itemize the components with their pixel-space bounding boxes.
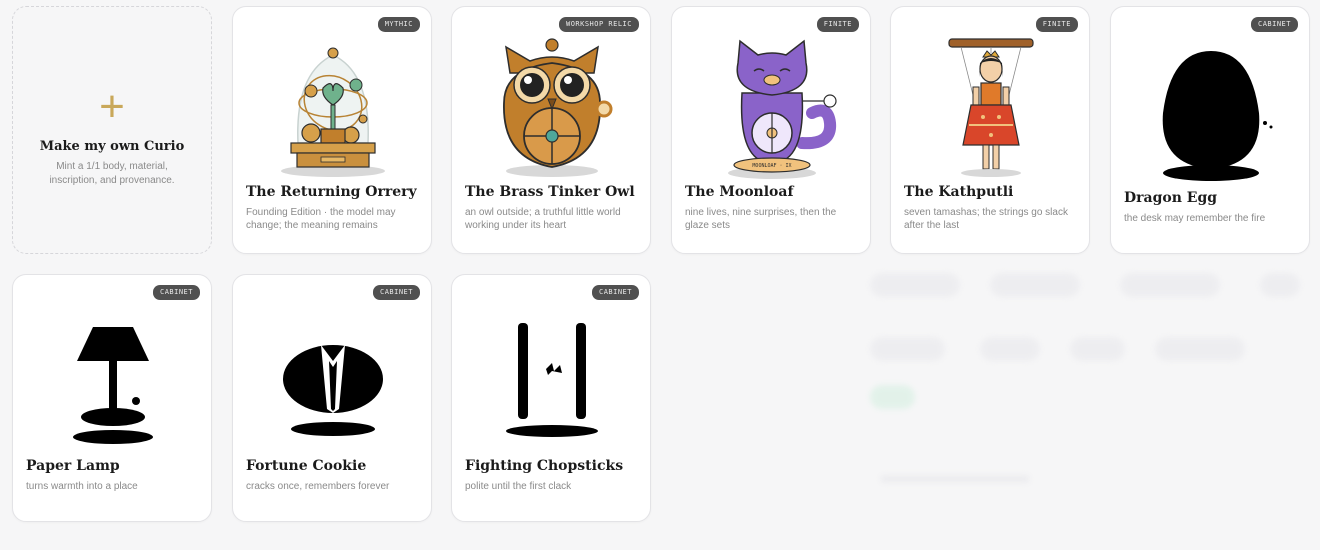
curio-card-brass-tinker-owl[interactable]: WORKSHOP RELIC The Brass Tinker Owl an o… [451,6,651,254]
curio-title: The Returning Orrery [246,184,417,200]
make-own-curio-card[interactable]: + Make my own Curio Mint a 1/1 body, mat… [12,6,212,254]
curio-subtitle: an owl outside; a truthful little world … [465,207,621,231]
curio-card-fortune-cookie[interactable]: CABINET Fortune Cookie cracks once, reme… [232,274,432,522]
curio-title: Dragon Egg [1124,190,1218,206]
curio-subtitle: nine lives, nine surprises, then the gla… [685,207,837,231]
curio-subtitle: polite until the first clack [465,481,572,492]
create-card-title: Make my own Curio [39,139,185,154]
curio-title: Fighting Chopsticks [465,458,624,474]
curio-subtitle: Founding Edition · the model may change;… [246,207,396,231]
curio-subtitle: the desk may remember the fire [1124,213,1266,224]
curio-title: The Kathputli [904,184,1014,200]
curio-subtitle: cracks once, remembers forever [246,481,390,492]
chopsticks-silhouette-icon [506,323,598,437]
rarity-badge: CABINET [152,285,200,300]
lamp-silhouette-icon [73,327,153,444]
background-panel [840,255,1320,550]
curio-card-moonloaf[interactable]: FINITE MOONLOAF · IX The Moonloaf nine l… [671,6,871,254]
rarity-badge: FINITE [816,17,859,32]
create-card-subtitle: Mint a 1/1 body, material, inscription, … [49,161,175,186]
dragon-egg-silhouette-icon [1162,51,1273,181]
rarity-badge: FINITE [1035,17,1078,32]
rarity-badge: MYTHIC [377,17,420,32]
orrery-icon [281,47,385,177]
curio-card-paper-lamp[interactable]: CABINET Paper Lamp turns warmth into a p… [12,274,212,522]
rarity-badge: WORKSHOP RELIC [558,17,639,32]
moon-cat-icon: MOONLOAF · IX [728,39,837,179]
brass-owl-icon [503,38,613,177]
curio-card-dragon-egg[interactable]: CABINET Dragon Egg the desk may remember… [1110,6,1310,254]
puppet-icon [948,38,1034,177]
curio-subtitle: seven tamashas; the strings go slack aft… [904,207,1068,231]
curio-title: The Brass Tinker Owl [465,184,635,200]
curio-subtitle: turns warmth into a place [26,481,138,492]
rarity-badge: CABINET [591,285,639,300]
curio-card-returning-orrery[interactable]: MYTHIC The Returning Orrery Founding Edi… [232,6,432,254]
rarity-badge: CABINET [1250,17,1298,32]
curio-title: The Moonloaf [685,184,794,200]
curio-card-kathputli[interactable]: FINITE The Kathputli seven tamashas; the… [890,6,1090,254]
curio-title: Paper Lamp [26,458,120,474]
fortune-cookie-silhouette-icon [283,345,383,436]
curio-title: Fortune Cookie [246,458,367,474]
curio-card-fighting-chopsticks[interactable]: CABINET Fighting Chopsticks polite until… [451,274,651,522]
moonloaf-plaque: MOONLOAF · IX [752,163,791,169]
plus-icon: + [99,82,125,131]
rarity-badge: CABINET [372,285,420,300]
